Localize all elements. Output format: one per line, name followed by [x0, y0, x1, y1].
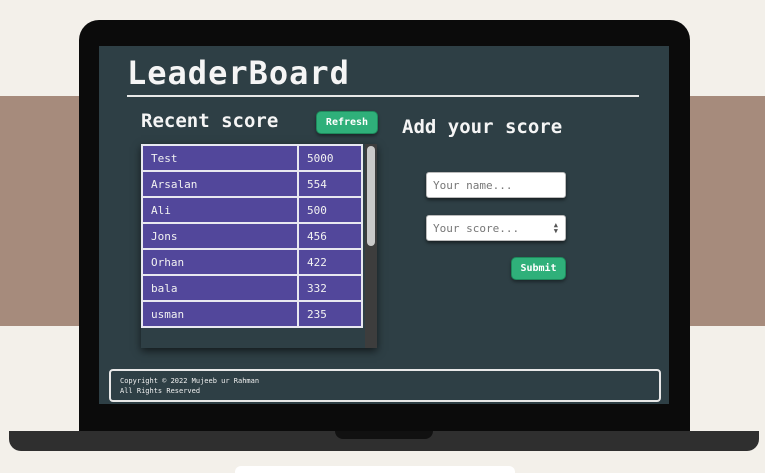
score-value-cell: 554 [297, 170, 363, 198]
submit-button[interactable]: Submit [511, 257, 566, 280]
score-name-cell: Test [141, 144, 299, 172]
table-row: usman 235 [141, 300, 363, 328]
table-row: Orhan 422 [141, 248, 363, 276]
score-value-cell: 456 [297, 222, 363, 250]
scores-list: Test 5000 Arsalan 554 Ali 500 Jons 456 O… [141, 144, 377, 348]
score-name-cell: Jons [141, 222, 299, 250]
add-score-heading: Add your score [402, 116, 563, 138]
laptop-notch [335, 431, 433, 439]
page-title: LeaderBoard [127, 54, 350, 92]
table-row: bala 332 [141, 274, 363, 302]
score-name-cell: bala [141, 274, 299, 302]
table-row: Ali 500 [141, 196, 363, 224]
number-spinner-icon[interactable]: ▲ ▼ [554, 222, 558, 235]
table-row: Test 5000 [141, 144, 363, 172]
score-value-cell: 5000 [297, 144, 363, 172]
score-name-cell: Orhan [141, 248, 299, 276]
score-input-placeholder: Your score... [433, 222, 520, 235]
refresh-button[interactable]: Refresh [316, 111, 378, 134]
score-value-cell: 422 [297, 248, 363, 276]
rights-text: All Rights Reserved [120, 387, 201, 395]
scores-scrollbar[interactable] [365, 144, 377, 348]
score-name-cell: usman [141, 300, 299, 328]
page-footer: Copyright © 2022 Mujeeb ur Rahman All Ri… [109, 369, 661, 402]
copyright-text: Copyright © 2022 Mujeeb ur Rahman [120, 377, 260, 385]
score-value-cell: 500 [297, 196, 363, 224]
title-divider [127, 95, 639, 97]
table-row: Jons 456 [141, 222, 363, 250]
table-row: Arsalan 554 [141, 170, 363, 198]
name-input[interactable]: Your name... [426, 172, 566, 198]
score-value-cell: 332 [297, 274, 363, 302]
score-name-cell: Ali [141, 196, 299, 224]
app-screen: LeaderBoard Recent score Refresh Add you… [99, 46, 669, 404]
score-input[interactable]: Your score... ▲ ▼ [426, 215, 566, 241]
score-name-cell: Arsalan [141, 170, 299, 198]
laptop-stand-shadow [235, 466, 515, 473]
score-value-cell: 235 [297, 300, 363, 328]
scores-table: Test 5000 Arsalan 554 Ali 500 Jons 456 O… [141, 144, 363, 328]
scrollbar-thumb[interactable] [367, 146, 375, 246]
recent-score-heading: Recent score [141, 110, 279, 132]
